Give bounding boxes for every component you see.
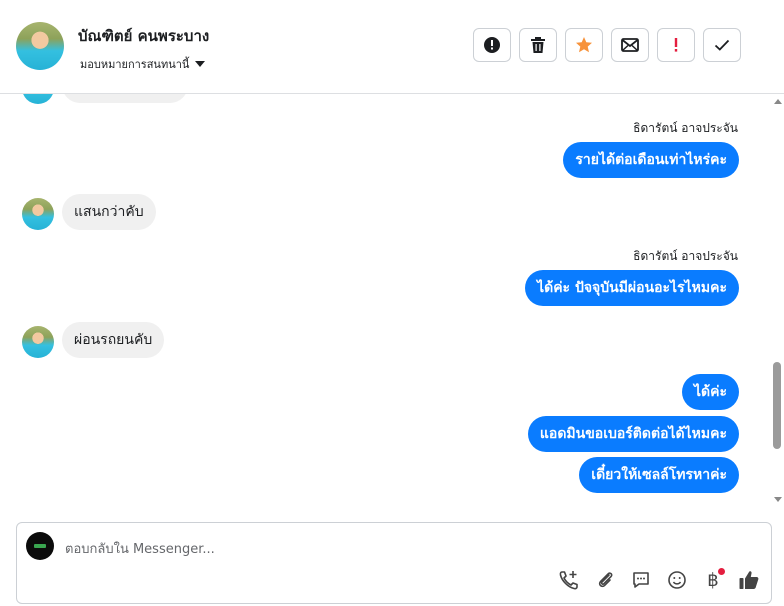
assign-label: มอบหมายการสนทนานี้ [80, 58, 190, 71]
exclamation-icon [674, 38, 678, 52]
smiley-icon [668, 571, 686, 589]
paperclip-icon [598, 572, 613, 588]
contact-avatar-small [22, 326, 54, 358]
assign-conversation-dropdown[interactable]: มอบหมายการสนทนานี้ [80, 55, 206, 73]
star-icon [576, 37, 592, 53]
composer-tools: ฿ [557, 568, 761, 592]
message-thread[interactable]: ธิดารัตน์ อาจประจัน รายได้ต่อเดือนเท่าไห… [0, 94, 770, 508]
page-avatar [26, 532, 54, 560]
thumbs-up-icon [739, 571, 759, 589]
like-button[interactable] [737, 568, 761, 592]
contact-name[interactable]: บัณฑิตย์ คนพระบาง [78, 24, 209, 48]
important-button[interactable] [657, 28, 695, 62]
chat-bubble-icon [633, 572, 649, 588]
baht-icon: ฿ [707, 569, 719, 591]
delete-button[interactable] [519, 28, 557, 62]
report-button[interactable] [473, 28, 511, 62]
contact-avatar-small [22, 94, 54, 104]
message-outgoing[interactable]: ได้ค่ะ [681, 374, 739, 410]
check-icon [714, 39, 730, 51]
reply-input[interactable]: ตอบกลับใน Messenger... [65, 538, 215, 559]
message-outgoing[interactable]: แอดมินขอเบอร์ติดต่อได้ไหมคะ [527, 416, 739, 452]
scroll-up-arrow-icon[interactable] [774, 99, 782, 104]
attach-button[interactable] [593, 568, 617, 592]
reply-composer: ตอบกลับใน Messenger... ฿ [16, 522, 772, 604]
emoji-button[interactable] [665, 568, 689, 592]
thread-scrollbar[interactable] [770, 94, 784, 508]
conversation-actions [473, 28, 741, 62]
alert-icon [484, 37, 500, 53]
trash-icon [531, 37, 545, 53]
mark-unread-button[interactable] [611, 28, 649, 62]
contact-avatar-small [22, 198, 54, 230]
conversation-header: บัณฑิตย์ คนพระบาง มอบหมายการสนทนานี้ [0, 0, 784, 94]
notification-dot [718, 568, 725, 575]
phone-plus-icon [559, 571, 578, 590]
sender-name: ธิดารัตน์ อาจประจัน [633, 121, 738, 135]
contact-avatar[interactable] [16, 22, 64, 70]
message-outgoing[interactable]: เดี๋ยวให้เซลล์โทรหาค่ะ [579, 457, 739, 493]
scroll-down-arrow-icon[interactable] [774, 497, 782, 502]
payment-button[interactable]: ฿ [701, 568, 725, 592]
envelope-icon [621, 38, 639, 52]
message-incoming-partial[interactable] [62, 94, 188, 103]
message-incoming[interactable]: แสนกว่าคับ [62, 194, 156, 230]
sender-name: ธิดารัตน์ อาจประจัน [633, 249, 738, 263]
star-button[interactable] [565, 28, 603, 62]
chevron-down-icon [195, 61, 206, 67]
done-button[interactable] [703, 28, 741, 62]
scroll-thumb[interactable] [773, 362, 781, 449]
message-outgoing[interactable]: รายได้ต่อเดือนเท่าไหร่คะ [563, 142, 739, 178]
message-incoming[interactable]: ผ่อนรถยนคับ [62, 322, 165, 358]
message-outgoing[interactable]: ได้ค่ะ ปัจจุบันมีผ่อนอะไรไหมคะ [525, 270, 739, 306]
saved-replies-button[interactable] [629, 568, 653, 592]
call-add-button[interactable] [557, 568, 581, 592]
